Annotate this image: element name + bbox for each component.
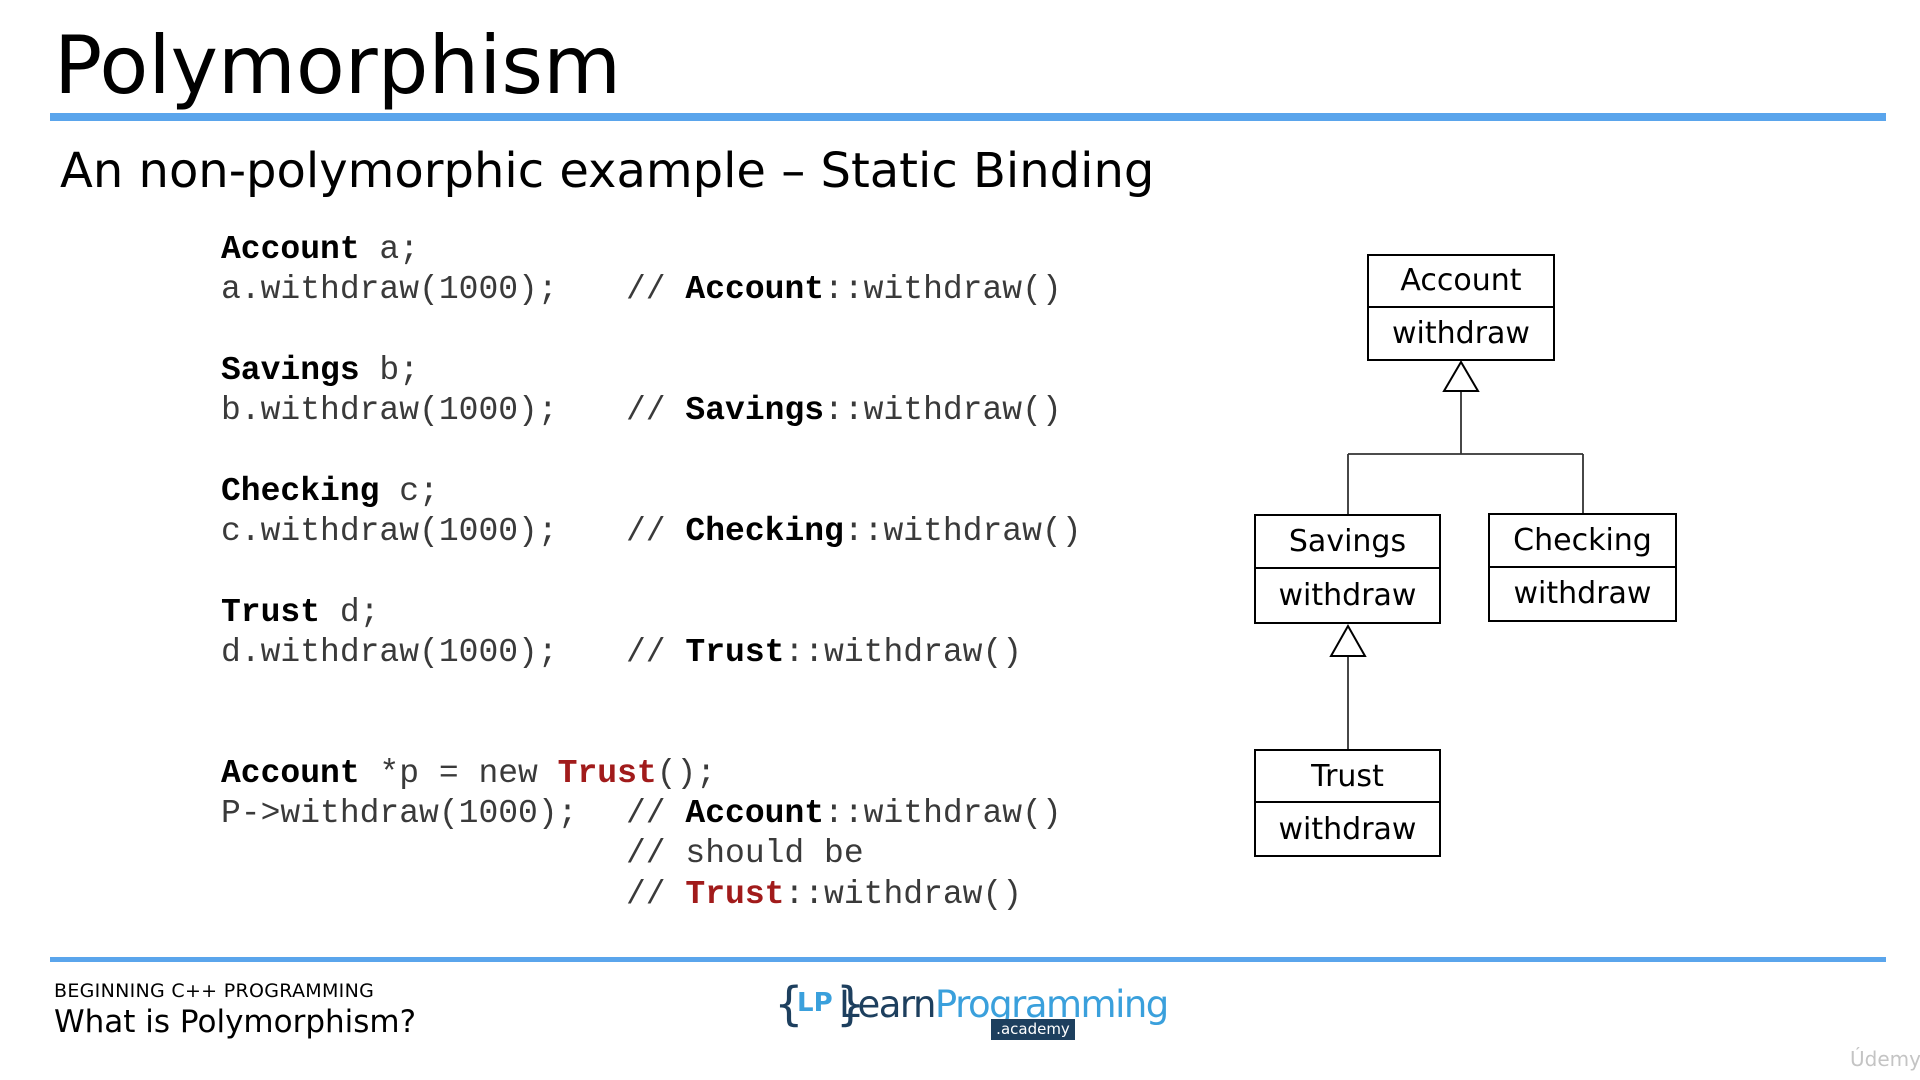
logo-initials: LP — [797, 988, 833, 1018]
uml-class-name: Trust — [1256, 751, 1439, 803]
course-title: BEGINNING C++ PROGRAMMING — [54, 980, 375, 1002]
learn-programming-academy-logo: {} LP LearnProgramming .academy — [775, 975, 1169, 1045]
lesson-title: What is Polymorphism? — [54, 1004, 417, 1040]
logo-academy-badge: .academy — [991, 1019, 1075, 1040]
uml-class-method: withdraw — [1278, 811, 1417, 847]
uml-class-diagram: Account withdraw Savings withdraw Checki… — [0, 0, 1920, 1080]
uml-class-name: Checking — [1490, 515, 1675, 568]
uml-class-account: Account withdraw — [1367, 254, 1555, 361]
uml-class-name: Savings — [1256, 516, 1439, 569]
uml-class-method: withdraw — [1278, 578, 1417, 613]
footer-divider — [50, 957, 1886, 962]
uml-class-method: withdraw — [1392, 315, 1530, 351]
uml-class-trust: Trust withdraw — [1254, 749, 1441, 857]
uml-class-method: withdraw — [1513, 576, 1652, 612]
udemy-watermark: Údemy — [1850, 1047, 1920, 1071]
uml-class-name: Account — [1369, 256, 1553, 308]
uml-class-savings: Savings withdraw — [1254, 514, 1441, 624]
inheritance-arrow-savings — [1329, 623, 1367, 657]
uml-class-checking: Checking withdraw — [1488, 513, 1677, 622]
inheritance-arrow-account — [1442, 360, 1480, 392]
